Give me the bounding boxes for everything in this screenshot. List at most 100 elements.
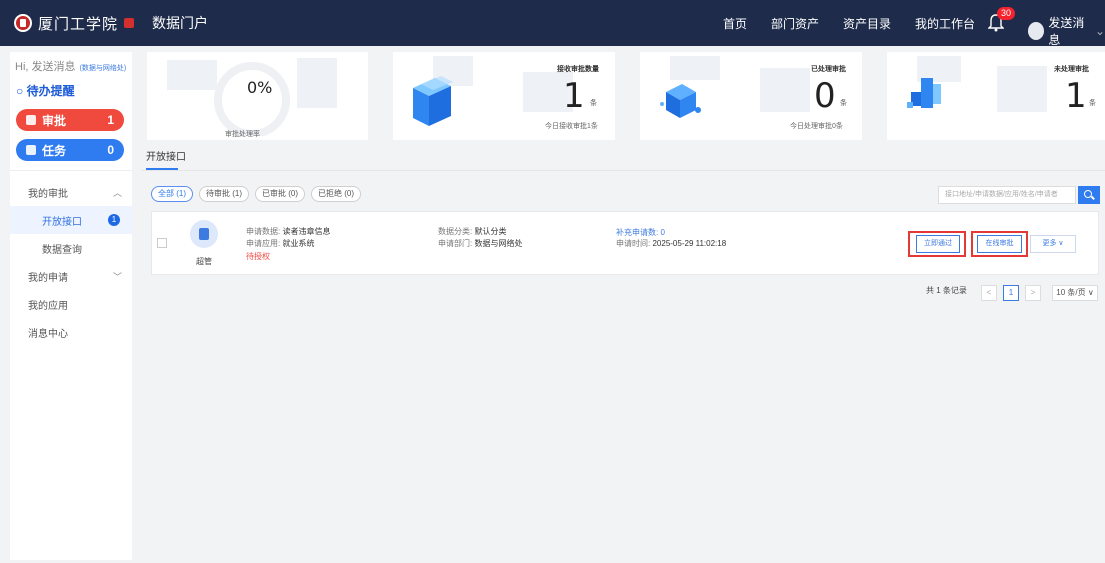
task-label: 任务	[42, 143, 67, 158]
dept-value: 数据与网络处	[474, 239, 523, 248]
greeting: Hi, 发送消息 (数据与网络处)	[15, 58, 126, 74]
chevron-down-icon: ﹀	[112, 271, 122, 282]
filter-rejected[interactable]: 已拒绝 (0)	[311, 186, 361, 202]
sidebar-item-open-api[interactable]: 开放接口 1	[10, 206, 132, 234]
category-value: 默认分类	[474, 227, 507, 236]
nav-asset-catalog[interactable]: 资产目录	[843, 15, 891, 32]
filter-approved[interactable]: 已审批 (0)	[255, 186, 305, 202]
app-title: 数据门户	[152, 15, 209, 31]
logo-mark-icon	[124, 18, 135, 28]
chevron-up-icon: ︿	[112, 187, 122, 198]
dept-label: 申请部门:	[438, 239, 473, 248]
processed-sub: 今日处理审批0条	[790, 123, 843, 130]
todo-title: ○ 待办提醒	[16, 84, 75, 98]
search-input[interactable]: 接口地址/申请数据/应用/姓名/申请者	[938, 186, 1076, 204]
task-pill[interactable]: 任务 0	[16, 139, 124, 161]
pass-now-button[interactable]: 立即通过	[916, 235, 960, 253]
received-title: 接收审批数量	[557, 66, 599, 73]
stacked-cubes-icon	[413, 76, 453, 126]
task-icon	[26, 145, 36, 155]
sidebar-item-label: 开放接口	[42, 216, 82, 228]
sidebar-item-data-query[interactable]: 数据查询	[10, 234, 132, 262]
stat-card-received: 接收审批数量 1 条 今日接收审批1条	[393, 52, 615, 140]
extra-apply-count[interactable]: 补充申请数: 0	[616, 227, 665, 238]
online-approve-button[interactable]: 在线审批	[977, 235, 1022, 253]
tab-open-api[interactable]: 开放接口	[146, 148, 186, 163]
received-unit: 条	[590, 100, 597, 107]
chevron-down-icon: ⌄	[1094, 24, 1105, 38]
sidebar-item-label: 我的应用	[28, 300, 68, 312]
pager-prev-button[interactable]: <	[981, 285, 997, 301]
status-badge: 待授权	[246, 252, 270, 261]
record-dept: 申请部门: 数据与网络处	[438, 238, 522, 249]
avatar	[1028, 22, 1045, 40]
pager-page-1[interactable]: 1	[1003, 285, 1019, 301]
main-content	[142, 142, 1105, 563]
nav-my-workbench[interactable]: 我的工作台	[915, 15, 975, 32]
top-navbar: 厦门工学院 数据门户 首页 部门资产 资产目录 我的工作台 30 发送消息 ⌄	[0, 0, 1105, 48]
greeting-text: Hi, 发送消息	[15, 61, 76, 73]
search-icon[interactable]	[1078, 186, 1100, 204]
received-value: 1	[563, 76, 585, 116]
pager-next-button[interactable]: >	[1025, 285, 1041, 301]
processed-title: 已处理审批	[811, 66, 846, 73]
stat-card-rate: 0% 审批处理率	[147, 52, 368, 140]
processed-value: 0	[814, 76, 836, 116]
record-apply-app: 申请应用: 就业系统	[246, 238, 314, 249]
tab-divider	[142, 170, 1105, 171]
cube-icon	[660, 84, 701, 118]
filter-all[interactable]: 全部 (1)	[151, 186, 193, 202]
apply-data-label: 申请数据:	[246, 227, 281, 236]
time-label: 申请时间:	[616, 239, 651, 248]
nav-dept-assets[interactable]: 部门资产	[771, 15, 819, 32]
more-button[interactable]: 更多 ∨	[1030, 235, 1076, 253]
pager-total: 共 1 条记录	[926, 286, 967, 295]
record-user: 超管	[196, 257, 212, 266]
sidebar-item-my-apply[interactable]: 我的申请 ﹀	[10, 262, 132, 290]
processed-unit: 条	[840, 100, 847, 107]
sidebar-item-my-app[interactable]: 我的应用	[10, 290, 132, 318]
sidebar-item-label: 数据查询	[42, 244, 82, 256]
user-menu[interactable]: 发送消息 ⌄	[1028, 14, 1105, 48]
notification-badge: 30	[997, 7, 1016, 20]
sidebar-item-label: 我的审批	[28, 188, 68, 200]
open-api-count-badge: 1	[108, 214, 120, 226]
rate-value: 0%	[247, 78, 273, 97]
row-checkbox[interactable]	[157, 238, 167, 248]
filter-pending[interactable]: 待审批 (1)	[199, 186, 249, 202]
approve-label: 审批	[42, 113, 67, 128]
pending-unit: 条	[1089, 100, 1096, 107]
stat-card-pending: 未处理审批 1 条	[887, 52, 1105, 140]
sidebar-item-msg-center[interactable]: 消息中心	[10, 318, 132, 346]
status-filters: 全部 (1) 待审批 (1) 已审批 (0) 已拒绝 (0)	[151, 186, 367, 202]
page-size-select[interactable]: 10 条/页 ∨	[1052, 285, 1098, 301]
approve-pill[interactable]: 审批 1	[16, 109, 124, 131]
main-nav: 首页 部门资产 资产目录 我的工作台	[699, 0, 975, 46]
apply-app-label: 申请应用:	[246, 239, 281, 248]
user-avatar-icon	[190, 220, 218, 248]
task-count: 0	[107, 143, 114, 157]
user-name: 发送消息	[1048, 16, 1085, 47]
sidebar-item-label: 我的申请	[28, 272, 68, 284]
category-label: 数据分类:	[438, 227, 473, 236]
logo-text: 厦门工学院	[38, 14, 119, 33]
approve-icon	[26, 115, 36, 125]
logo[interactable]: 厦门工学院	[14, 13, 135, 34]
received-sub: 今日接收审批1条	[545, 123, 598, 130]
pending-title: 未处理审批	[1054, 66, 1089, 73]
stat-card-processed: 已处理审批 0 条 今日处理审批0条	[640, 52, 862, 140]
blocks-icon	[907, 78, 941, 108]
time-value: 2025-05-29 11:02:18	[652, 239, 727, 248]
record-time: 申请时间: 2025-05-29 11:02:18	[616, 238, 726, 249]
apply-data-value: 读者违章信息	[282, 227, 331, 236]
pending-value: 1	[1065, 76, 1087, 116]
greeting-dept: (数据与网络处)	[79, 65, 127, 72]
approve-count: 1	[107, 113, 114, 127]
record-apply-data: 申请数据: 读者违章信息	[246, 226, 330, 237]
sidebar-item-my-approval[interactable]: 我的审批 ︿	[10, 178, 132, 206]
school-emblem-icon	[14, 14, 32, 32]
rate-label: 审批处理率	[225, 131, 260, 138]
apply-app-value: 就业系统	[282, 239, 315, 248]
nav-home[interactable]: 首页	[723, 15, 747, 32]
sidebar-divider	[10, 170, 132, 171]
